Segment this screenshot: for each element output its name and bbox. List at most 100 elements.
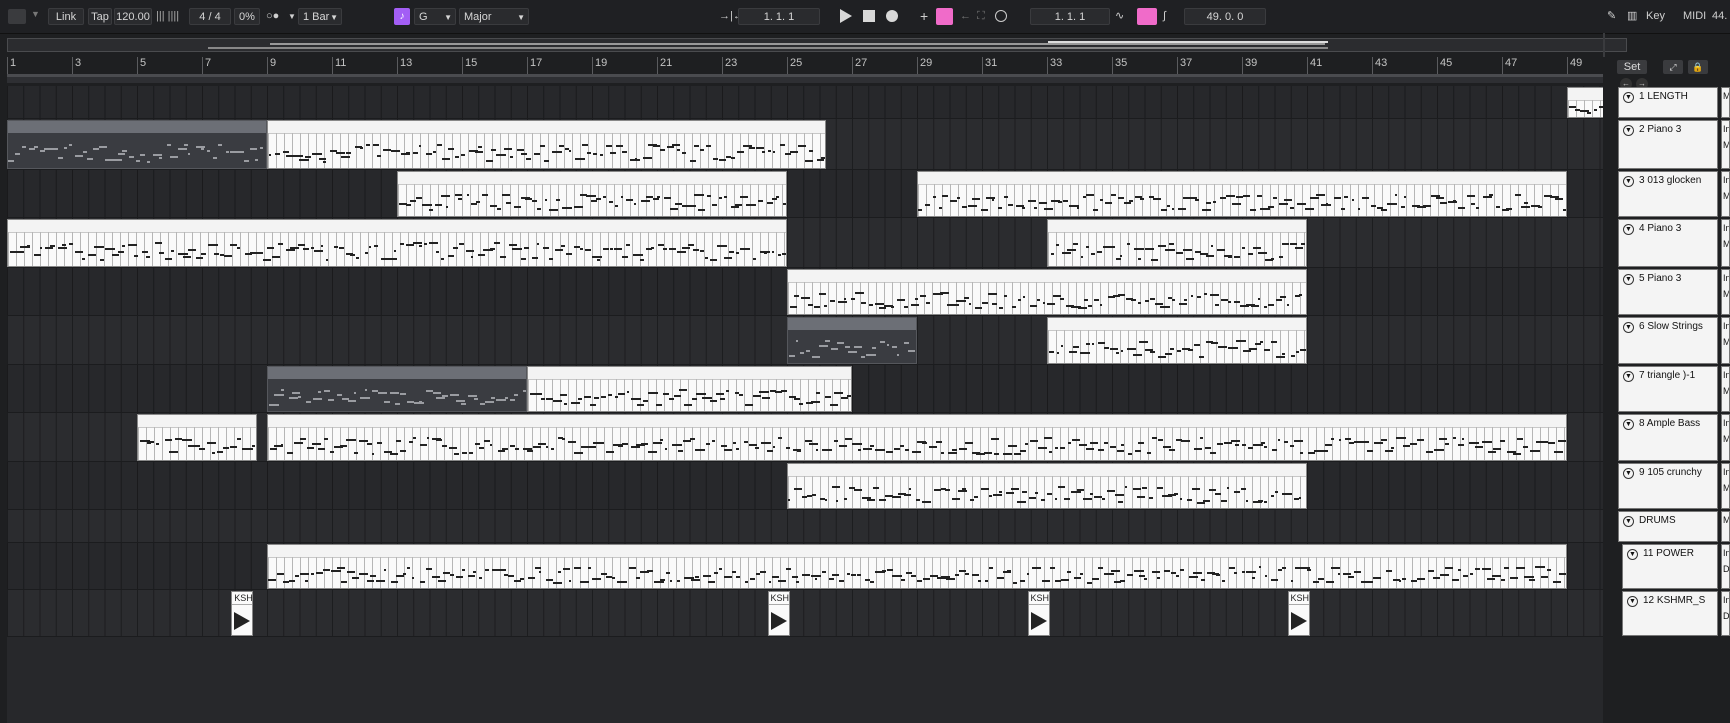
draw-mode-icon[interactable]: ✎ (1607, 8, 1616, 25)
track-io-label[interactable]: DI (1722, 608, 1729, 624)
track-header[interactable]: ▼ 3 013 glocken (1618, 171, 1718, 217)
midi-clip[interactable] (267, 414, 1567, 461)
track-io-label[interactable]: DI (1722, 561, 1729, 577)
track-header[interactable]: ▼ 2 Piano 3 (1618, 120, 1718, 169)
track-fold-icon[interactable]: ▼ (1623, 468, 1634, 479)
add-icon[interactable]: + (920, 8, 928, 25)
arrangement-view[interactable]: KSH KSH KSH KSH (7, 86, 1603, 723)
track-fold-icon[interactable]: ▼ (1627, 596, 1638, 607)
midi-clip[interactable] (1567, 87, 1603, 118)
stop-icon[interactable] (863, 10, 875, 22)
ksh-clip[interactable]: KSH (1027, 591, 1050, 636)
track-io-label[interactable]: M (1722, 137, 1729, 153)
track-header[interactable]: ▼ 4 Piano 3 (1618, 219, 1718, 267)
record-icon[interactable] (886, 10, 898, 22)
track-fold-icon[interactable]: ▼ (1623, 371, 1634, 382)
nudge-icon[interactable]: ||| |||| (156, 8, 179, 25)
arrangement-overview[interactable] (7, 38, 1627, 52)
scale-mode-icon[interactable]: ♪ (394, 8, 410, 25)
quantize-select[interactable]: 1 Bar ▼ (298, 8, 342, 25)
track-io-label[interactable]: In (1722, 172, 1729, 188)
track-name[interactable]: 2 Piano 3 (1639, 124, 1681, 135)
track-fold-icon[interactable]: ▼ (1623, 224, 1634, 235)
track-io-section[interactable]: InDI (1721, 544, 1730, 589)
track-io-section[interactable]: In M (1721, 414, 1730, 461)
midi-clip[interactable] (397, 171, 787, 217)
link-button[interactable]: Link (48, 8, 84, 25)
track-fold-icon[interactable]: ▼ (1623, 322, 1634, 333)
track-header[interactable]: ▼ DRUMS (1618, 511, 1718, 542)
track-name[interactable]: 1 LENGTH (1639, 91, 1688, 102)
track-fold-icon[interactable]: ▼ (1623, 516, 1634, 527)
track-header[interactable]: ▼ 1 LENGTH (1618, 87, 1718, 118)
chevron-down-icon[interactable]: ▼ (288, 8, 296, 25)
track-name[interactable]: 6 Slow Strings (1639, 321, 1703, 332)
track-name[interactable]: 8 Ample Bass (1639, 418, 1700, 429)
midi-clip[interactable] (267, 120, 826, 169)
track-io-label[interactable]: M (1722, 512, 1729, 528)
track-io-label[interactable]: In (1722, 367, 1729, 383)
track-io-section[interactable]: In M (1721, 219, 1730, 267)
loop-brace[interactable] (7, 74, 1603, 83)
track-io-label[interactable]: In (1722, 592, 1729, 608)
track-header[interactable]: ▼ 11 POWER (1622, 544, 1718, 589)
track-io-label[interactable]: M (1722, 188, 1729, 204)
midi-clip[interactable] (267, 366, 527, 412)
ksh-clip[interactable]: KSH (231, 591, 254, 636)
punch-in-icon[interactable]: ∿ (1115, 8, 1124, 25)
track-fold-icon[interactable]: ▼ (1627, 549, 1638, 560)
track-header[interactable]: ▼ 7 triangle )-1 (1618, 366, 1718, 412)
back-to-arrangement-icon[interactable]: ← (960, 8, 971, 25)
clip-header[interactable] (788, 318, 916, 330)
midi-clip[interactable] (787, 269, 1307, 315)
track-name[interactable]: DRUMS (1639, 515, 1676, 526)
track-io-label[interactable]: In (1722, 464, 1729, 480)
loop-length-field[interactable]: 49. 0. 0 (1184, 8, 1266, 25)
track-io-label[interactable]: M (1722, 236, 1729, 252)
track-io-label[interactable]: In (1722, 545, 1729, 561)
track-header[interactable]: ▼ 12 KSHMR_S (1622, 591, 1718, 636)
track-name[interactable]: 3 013 glocken (1639, 175, 1701, 186)
track-io-label[interactable]: M (1722, 431, 1729, 447)
play-icon[interactable] (840, 9, 852, 23)
midi-clip[interactable] (1047, 317, 1307, 364)
track-fold-icon[interactable]: ▼ (1623, 125, 1634, 136)
track-io-section[interactable]: In M (1721, 120, 1730, 169)
midi-clip[interactable] (527, 366, 852, 412)
key-root-select[interactable]: G ▼ (414, 8, 456, 25)
track-lane[interactable] (7, 510, 1603, 543)
scale-select[interactable]: Major ▼ (459, 8, 529, 25)
loop-start-field[interactable]: 1. 1. 1 (1030, 8, 1110, 25)
midi-clip[interactable] (7, 120, 267, 169)
midi-clip[interactable] (267, 544, 1567, 589)
view-toggle-icon[interactable] (8, 9, 26, 24)
metronome-icon[interactable]: ○● (266, 8, 279, 25)
midi-clip[interactable] (917, 171, 1567, 217)
track-io-label[interactable]: In (1722, 318, 1729, 334)
track-header[interactable]: ▼ 9 105 crunchy (1618, 463, 1718, 509)
song-position-field[interactable]: 1. 1. 1 (738, 8, 820, 25)
capture-icon[interactable]: ⛶ (977, 8, 985, 25)
midi-clip[interactable] (137, 414, 258, 461)
track-io-section[interactable]: InDI (1721, 591, 1730, 636)
track-fold-icon[interactable]: ▼ (1623, 176, 1634, 187)
track-io-label[interactable]: In (1722, 270, 1729, 286)
track-io-label[interactable]: In (1722, 415, 1729, 431)
bar-ruler[interactable]: 1 3 5 7 9 11 13 15 17 19 21 23 25 27 29 31 33 35 37 39 41 43 4… (7, 57, 1603, 75)
track-io-label[interactable]: In (1722, 121, 1729, 137)
track-name[interactable]: 5 Piano 3 (1639, 273, 1681, 284)
track-io-label[interactable]: In (1722, 220, 1729, 236)
track-io-label[interactable]: M (1722, 480, 1729, 496)
lock-icon[interactable]: 🔒 (1688, 60, 1708, 74)
track-fold-icon[interactable]: ▼ (1623, 274, 1634, 285)
loop-toggle-icon[interactable] (1137, 8, 1157, 25)
midi-clip[interactable] (7, 219, 787, 267)
track-io-section[interactable]: In M (1721, 463, 1730, 509)
track-io-label[interactable]: M (1722, 88, 1729, 104)
ksh-clip[interactable]: KSH (767, 591, 790, 636)
track-io-label[interactable]: M (1722, 334, 1729, 350)
piano-keys-icon[interactable]: ▥ (1627, 8, 1637, 25)
midi-map-button[interactable]: MIDI (1683, 8, 1706, 25)
midi-clip[interactable] (787, 463, 1307, 509)
punch-out-icon[interactable]: ∫ (1163, 8, 1166, 25)
